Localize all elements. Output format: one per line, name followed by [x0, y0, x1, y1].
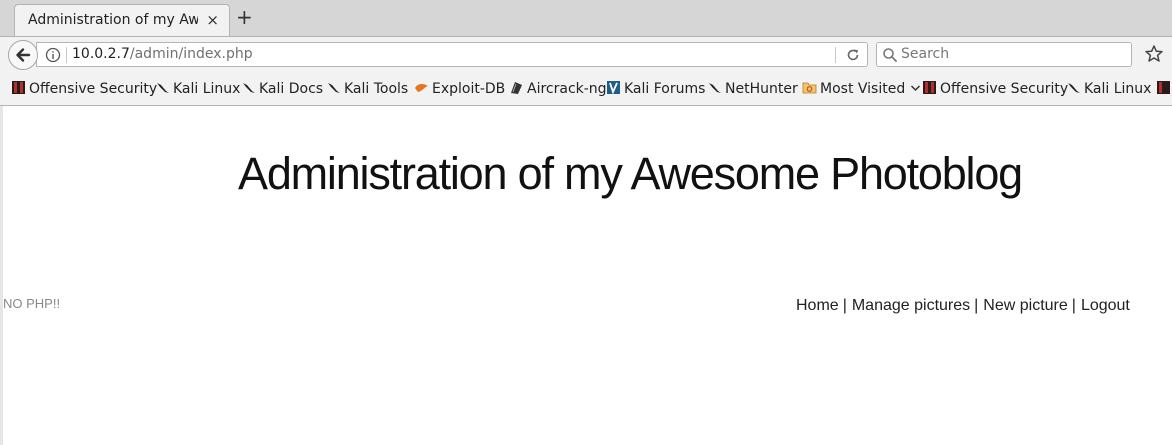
search-bar[interactable]: Search: [876, 42, 1132, 67]
menu-separator: |: [842, 297, 847, 314]
url-separator: [66, 47, 67, 63]
bookmark-label: Kali Forums: [624, 81, 706, 97]
bookmark-label: Aircrack-ng: [527, 81, 607, 97]
page-left-border: [0, 106, 3, 445]
new-tab-button[interactable]: +: [236, 6, 253, 28]
bookmark-item[interactable]: Offensive Security: [922, 80, 1068, 97]
exploitdb-icon: [415, 83, 428, 92]
manage-pictures-link[interactable]: Manage pictures: [852, 297, 970, 314]
offsec-icon: [923, 81, 936, 94]
bookmark-label: Offensive Security: [29, 81, 158, 97]
kali-dragon-icon: [328, 83, 340, 93]
bookmark-label: Offensive Security: [940, 81, 1069, 97]
bookmark-item[interactable]: [1156, 80, 1172, 97]
admin-menu: Home | Manage pictures | New picture | Logout: [796, 297, 1130, 315]
bookmark-item[interactable]: NetHunter: [707, 80, 798, 97]
kali-dragon-icon: [709, 83, 721, 93]
info-icon[interactable]: [45, 47, 61, 63]
bookmark-label: NetHunter: [725, 81, 798, 97]
bookmark-label: Kali Tools: [344, 81, 409, 97]
back-button[interactable]: [8, 40, 38, 70]
kali-dragon-icon: [1068, 83, 1080, 93]
bookmark-item[interactable]: Exploit-DB: [414, 80, 505, 97]
home-link[interactable]: Home: [796, 297, 839, 314]
bookmark-label: Exploit-DB: [432, 81, 506, 97]
kali-dragon-icon: [243, 83, 255, 93]
bookmark-folder-most-visited[interactable]: Most Visited: [802, 80, 921, 97]
url-bar[interactable]: 10.0.2.7/admin/index.php: [36, 42, 868, 67]
kali-dragon-icon: [157, 83, 169, 93]
menu-separator: |: [974, 297, 979, 314]
back-arrow-icon: [16, 48, 31, 62]
reload-icon[interactable]: [845, 47, 861, 63]
notice-text: NO PHP!!: [3, 296, 61, 311]
navigation-bar: 10.0.2.7/admin/index.php Search: [0, 36, 1172, 72]
close-tab-icon[interactable]: ×: [206, 11, 219, 29]
search-icon: [883, 48, 897, 62]
folder-icon: [802, 82, 817, 94]
bookmarks-toolbar: Offensive Security Kali Linux Kali Docs …: [0, 72, 1172, 106]
bookmark-label: Kali Linux: [173, 81, 241, 97]
bookmark-label: Kali Linux: [1084, 81, 1152, 97]
new-picture-link[interactable]: New picture: [983, 297, 1067, 314]
bookmark-star-icon[interactable]: [1144, 44, 1164, 64]
tab-strip: Administration of my Awe… × +: [0, 0, 1172, 36]
tab-title: Administration of my Awe…: [28, 12, 198, 28]
aircrack-icon: [511, 82, 522, 94]
bookmark-item[interactable]: Offensive Security: [11, 80, 157, 97]
url-separator: [835, 47, 836, 63]
offsec-icon: [12, 81, 25, 94]
bookmark-item[interactable]: Kali Docs: [241, 80, 323, 97]
chevron-down-icon: [910, 85, 920, 92]
search-placeholder: Search: [901, 46, 950, 62]
kali-forums-icon: [607, 81, 620, 95]
url-text[interactable]: 10.0.2.7/admin/index.php: [72, 46, 253, 62]
logout-link[interactable]: Logout: [1081, 297, 1130, 314]
bookmark-item[interactable]: Kali Linux: [155, 80, 240, 97]
bookmark-label: Kali Docs: [259, 81, 324, 97]
page-title: Administration of my Awesome Photoblog: [238, 148, 1023, 199]
url-host: 10.0.2.7: [72, 46, 130, 62]
url-path: /admin/index.php: [129, 46, 253, 62]
browser-tab[interactable]: Administration of my Awe… ×: [14, 4, 230, 36]
menu-separator: |: [1071, 297, 1076, 314]
bookmark-item[interactable]: Kali Linux: [1066, 80, 1151, 97]
bookmark-item[interactable]: Kali Forums: [606, 80, 705, 97]
bookmark-label: Most Visited: [820, 81, 906, 97]
offsec-icon: [1157, 81, 1170, 94]
bookmark-item[interactable]: Kali Tools: [326, 80, 408, 97]
bookmark-item[interactable]: Aircrack-ng: [509, 80, 607, 97]
